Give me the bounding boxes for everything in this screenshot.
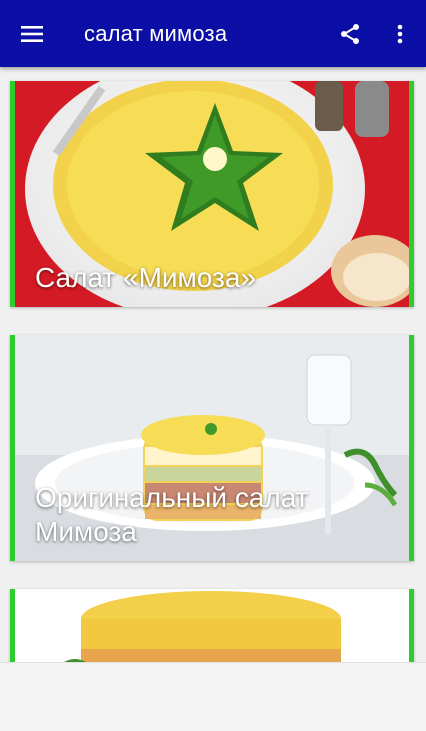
more-vert-icon	[397, 24, 403, 44]
app-bar: салат мимоза	[0, 0, 426, 67]
recipe-list[interactable]: Салат «Мимоза» Оригинальный салат Мимоза	[0, 67, 426, 662]
recipe-title: Салат «Мимоза»	[35, 262, 257, 293]
hamburger-menu-icon	[21, 26, 43, 42]
recipe-card[interactable]: Салат «Мимоза»	[10, 81, 414, 307]
bottom-area	[0, 662, 426, 731]
recipe-title: Оригинальный салат Мимоза	[35, 482, 309, 547]
recipe-card[interactable]	[10, 589, 414, 662]
recipe-card[interactable]: Оригинальный салат Мимоза	[10, 335, 414, 561]
page-title: салат мимоза	[84, 21, 228, 46]
menu-button[interactable]	[12, 14, 52, 54]
recipe-photo	[15, 589, 409, 662]
more-options-button[interactable]	[380, 14, 420, 54]
share-button[interactable]	[330, 14, 370, 54]
share-icon	[341, 24, 359, 44]
